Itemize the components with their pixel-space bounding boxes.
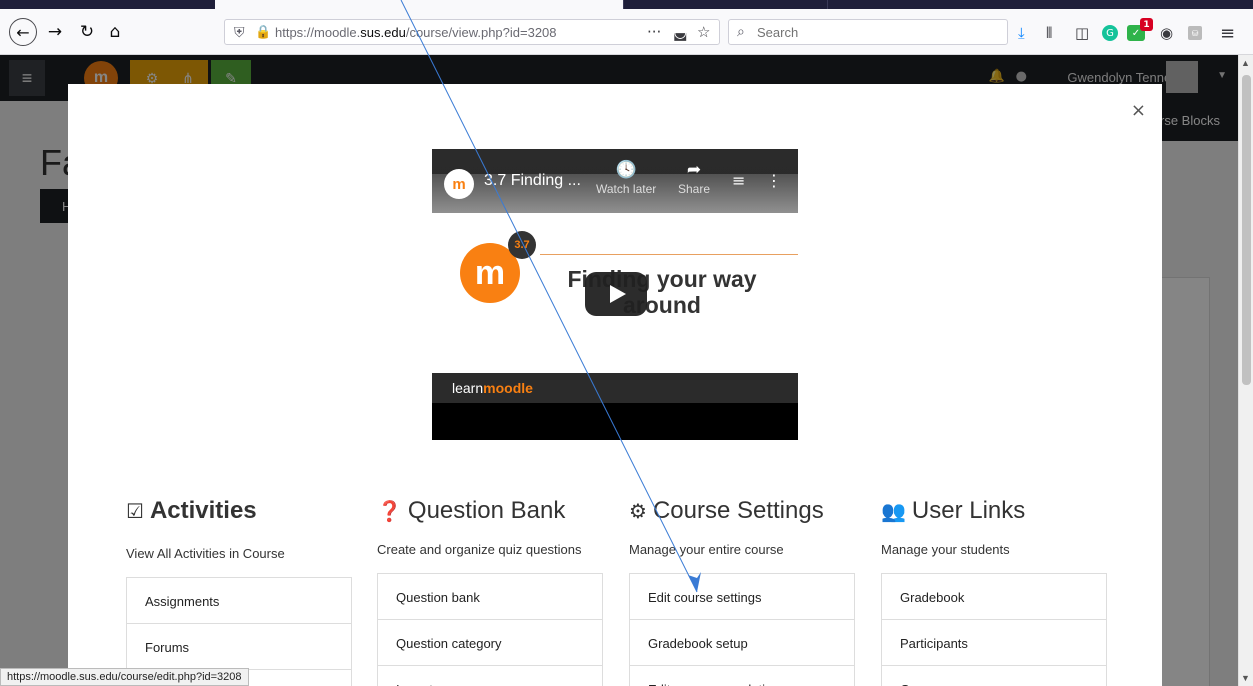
home-button[interactable]: ⌂ [104, 21, 126, 43]
brand-bar: learnmoodle [432, 373, 798, 403]
slide-divider [540, 254, 798, 255]
question-bank-description: Create and organize quiz questions [377, 542, 582, 557]
course-settings-description: Manage your entire course [629, 542, 784, 557]
scroll-down-icon[interactable]: ▼ [1241, 673, 1250, 683]
list-item[interactable]: Gradebook [882, 574, 1106, 620]
page-actions-icon[interactable]: ··· [647, 23, 661, 41]
version-badge: 3.7 [508, 231, 536, 259]
library-icon[interactable]: ⫴ [1046, 24, 1052, 42]
tab-separator [623, 0, 624, 9]
user-links-description: Manage your students [881, 542, 1010, 557]
list-item[interactable]: Question category [378, 620, 602, 666]
back-button[interactable]: ← [9, 18, 37, 46]
active-tab[interactable] [215, 0, 623, 9]
brand-moodle: moodle [483, 380, 533, 396]
list-item[interactable]: Participants [882, 620, 1106, 666]
edit-course-settings-link[interactable]: Edit course settings [630, 574, 854, 620]
course-settings-section: ⚙ Course Settings Manage your entire cou… [629, 496, 855, 686]
learn-moodle-logo: learnmoodle [452, 380, 533, 396]
list-item[interactable]: Edit course completion [630, 666, 854, 686]
brand-learn: learn [452, 380, 484, 396]
browser-toolbar: ← → ↻ ⌂ ⛨ 🔒 https://moodle.sus.edu/cours… [0, 9, 1253, 55]
forward-arrow-icon: → [47, 22, 63, 42]
question-circle-icon: ❓ [377, 499, 402, 523]
list-item[interactable]: Gradebook setup [630, 620, 854, 666]
search-icon: ⌕ [737, 24, 745, 40]
watch-later-label: Watch later [596, 182, 657, 196]
address-bar[interactable]: ⛨ 🔒 https://moodle.sus.edu/course/view.p… [224, 19, 720, 45]
url-prefix: https://moodle. [275, 25, 361, 40]
share-arrow-icon: ➦ [686, 160, 702, 180]
gears-icon: ⚙ [629, 499, 647, 523]
activities-section: ☑ Activities View All Activities in Cour… [126, 496, 352, 686]
sidebar-icon[interactable]: ◫ [1075, 24, 1089, 42]
list-item[interactable]: Import [378, 666, 602, 686]
question-bank-section: ❓ Question Bank Create and organize quiz… [377, 496, 603, 686]
list-item[interactable]: Assignments [127, 578, 351, 624]
activities-title: Activities [149, 497, 257, 524]
user-links-title: User Links [911, 497, 1026, 524]
extension-badge: 1 [1140, 18, 1153, 31]
back-arrow-icon: ← [16, 22, 30, 42]
reload-icon: ↻ [79, 22, 95, 42]
user-links-list: Gradebook Participants Groups [881, 573, 1107, 686]
checkbox-edit-icon: ☑ [126, 499, 144, 523]
course-dashboard-modal: × m 3.7 Finding ... 🕓 Watch later ➦ Shar… [68, 84, 1162, 686]
slide-text: Finding your way around [567, 266, 757, 318]
course-settings-title: Course Settings [652, 497, 824, 524]
scrollbar-thumb[interactable] [1242, 75, 1251, 385]
list-item[interactable]: Forums [127, 624, 351, 670]
play-button-icon[interactable] [585, 272, 647, 316]
playlist-icon[interactable]: ≡ [732, 171, 745, 190]
grammarly-icon[interactable]: G [1102, 25, 1118, 41]
download-icon[interactable]: ⤓ [1018, 24, 1025, 42]
url-domain: sus.edu [360, 25, 406, 40]
scroll-up-icon[interactable]: ▲ [1241, 58, 1250, 68]
watch-later-button[interactable]: 🕓 Watch later [596, 160, 656, 196]
activities-description: View All Activities in Course [126, 546, 285, 561]
status-bar-url: https://moodle.sus.edu/course/edit.php?i… [0, 668, 249, 686]
close-icon[interactable]: × [1131, 100, 1146, 121]
activities-heading: ☑ Activities [126, 496, 352, 526]
video-title[interactable]: 3.7 Finding ... [484, 172, 581, 190]
page-scrollbar[interactable]: ▲ ▼ [1238, 55, 1253, 686]
question-bank-list: Question bank Question category Import [377, 573, 603, 686]
course-settings-heading: ⚙ Course Settings [629, 496, 855, 526]
tracking-shield-icon[interactable]: ⛨ [234, 24, 245, 41]
user-links-section: 👥 User Links Manage your students Gradeb… [881, 496, 1107, 686]
url-path: /course/view.php?id=3208 [405, 25, 557, 40]
bookmark-star-icon[interactable]: ☆ [697, 23, 710, 41]
lock-icon[interactable]: 🔒 [255, 24, 271, 40]
list-item[interactable]: Question bank [378, 574, 602, 620]
forward-button[interactable]: → [44, 21, 66, 43]
users-icon: 👥 [881, 499, 906, 523]
course-settings-list: Edit course settings Gradebook setup Edi… [629, 573, 855, 686]
pocket-icon[interactable]: ◛ [673, 23, 688, 41]
question-bank-title: Question Bank [407, 497, 566, 524]
channel-logo-icon[interactable]: m [444, 169, 474, 199]
url-text[interactable]: https://moodle.sus.edu/course/view.php?i… [275, 25, 557, 40]
list-item[interactable]: Groups [882, 666, 1106, 686]
tab-strip [0, 0, 1253, 9]
question-bank-heading: ❓ Question Bank [377, 496, 603, 526]
clock-icon: 🕓 [615, 160, 637, 180]
account-extension-icon[interactable]: ◉ [1160, 24, 1173, 42]
reload-button[interactable]: ↻ [76, 21, 98, 43]
tab-separator [827, 0, 828, 9]
user-links-heading: 👥 User Links [881, 496, 1107, 526]
search-placeholder: Search [757, 25, 799, 40]
hamburger-menu-icon[interactable]: ≡ [1220, 23, 1235, 44]
share-button[interactable]: ➦ Share [678, 160, 710, 196]
home-icon: ⌂ [109, 22, 121, 42]
share-label: Share [678, 182, 711, 196]
more-options-icon[interactable]: ⋮ [766, 171, 782, 190]
search-bar[interactable]: ⌕ Search [728, 19, 1008, 45]
video-player[interactable]: m 3.7 Finding ... 🕓 Watch later ➦ Share … [432, 149, 798, 440]
extension-icon[interactable]: ⛁ [1188, 26, 1202, 40]
